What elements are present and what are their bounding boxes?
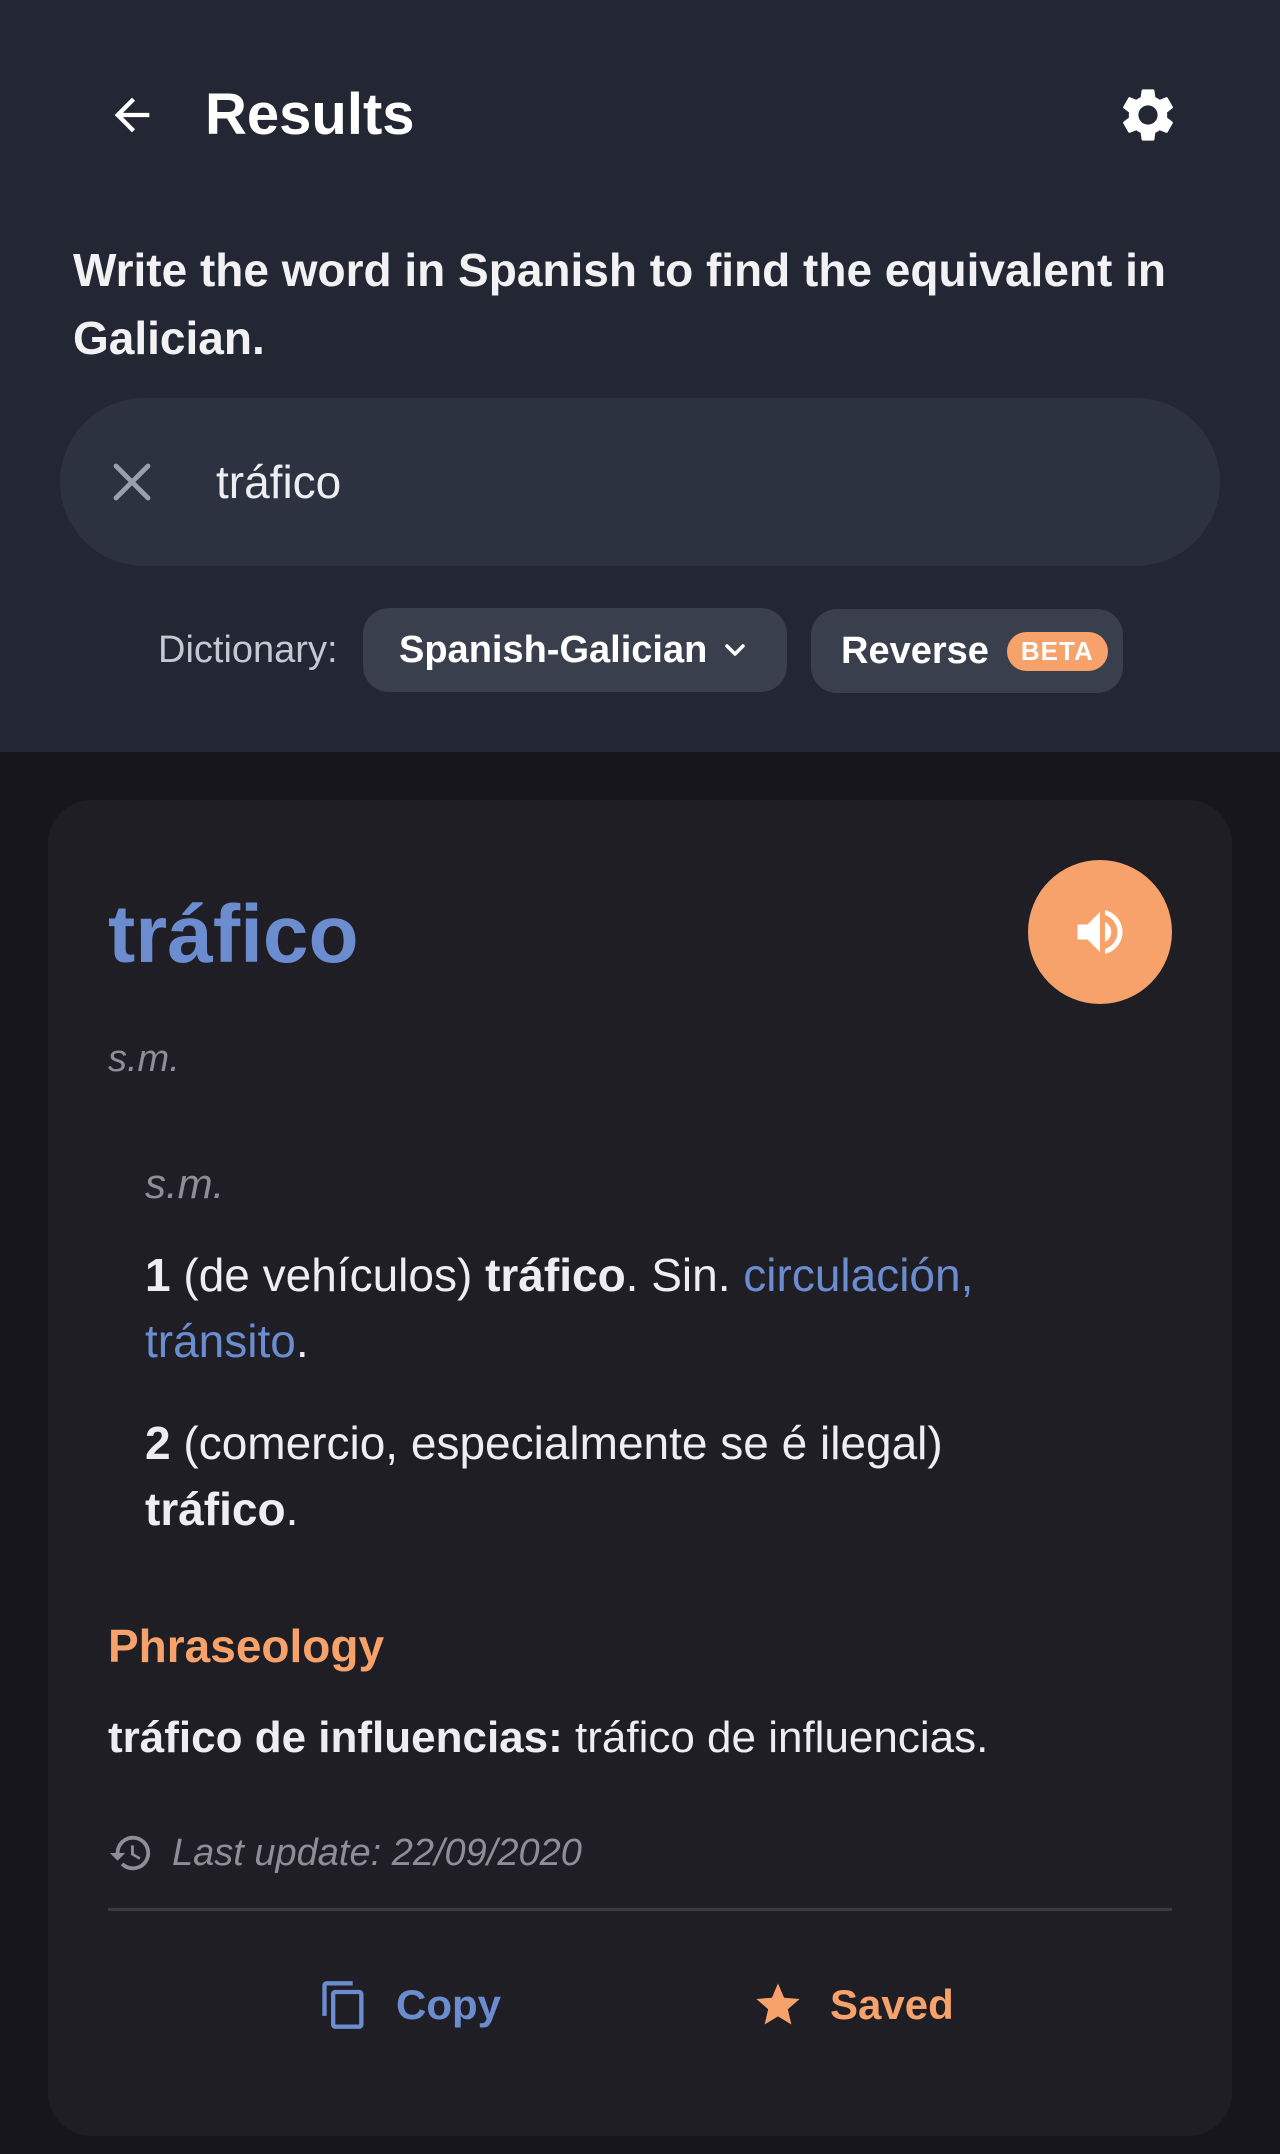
last-update: Last update: 22/09/2020 <box>108 1830 582 1876</box>
sense-translation: tráfico <box>145 1483 286 1535</box>
arrow-left-icon <box>114 97 150 133</box>
saved-label: Saved <box>830 1981 954 2028</box>
phrase-term: tráfico de influencias: <box>108 1713 563 1762</box>
dictionary-label: Dictionary: <box>158 629 338 671</box>
dictionary-select[interactable]: Spanish-Galician <box>363 608 787 692</box>
clear-search-button[interactable] <box>100 447 164 517</box>
synonym-prefix: . Sin. <box>625 1249 744 1301</box>
saved-button[interactable]: Saved <box>752 1970 954 2040</box>
copy-label: Copy <box>396 1981 501 2028</box>
phrase-translation: tráfico de influencias. <box>562 1713 989 1762</box>
sense-number: 2 <box>145 1417 171 1469</box>
reverse-button[interactable]: Reverse BETA <box>811 609 1123 693</box>
headword: tráfico <box>108 889 359 980</box>
sense-group-part-of-speech: s.m. <box>145 1160 225 1207</box>
sense-item: 1 (de vehículos) tráfico. Sin. circulaci… <box>145 1242 1065 1374</box>
copy-icon <box>322 1981 364 2029</box>
settings-button[interactable] <box>1108 78 1188 152</box>
page-title: Results <box>205 82 415 147</box>
star-icon <box>756 1983 800 2025</box>
copy-button[interactable]: Copy <box>318 1970 501 2040</box>
gear-icon <box>1123 89 1173 141</box>
chevron-down-icon <box>725 644 746 656</box>
sense-end: . <box>295 1315 309 1367</box>
reverse-label: Reverse <box>841 629 989 672</box>
beta-badge: BETA <box>1006 631 1108 671</box>
search-input[interactable] <box>216 448 1116 516</box>
phraseology-title: Phraseology <box>108 1620 385 1672</box>
sense-end: . <box>285 1483 299 1535</box>
history-icon <box>109 1835 151 1871</box>
sense-context: (comercio, especialmente se é ilegal) <box>170 1417 943 1469</box>
card-divider <box>108 1908 1172 1911</box>
instructions-text: Write the word in Spanish to find the eq… <box>73 244 1166 364</box>
sense-translation: tráfico <box>485 1249 626 1301</box>
dictionary-selected: Spanish-Galician <box>399 628 708 671</box>
phrase-item: tráfico de influencias: tráfico de influ… <box>108 1706 1168 1770</box>
sense-context: (de vehículos) <box>170 1249 486 1301</box>
sense-item: 2 (comercio, especialmente se é ilegal) … <box>145 1410 1065 1542</box>
pronunciation-button[interactable] <box>1028 860 1172 1004</box>
speaker-icon <box>1077 910 1123 954</box>
close-icon <box>113 463 151 501</box>
part-of-speech: s.m. <box>108 1038 180 1080</box>
back-button[interactable] <box>92 78 172 152</box>
last-update-text: Last update: 22/09/2020 <box>172 1831 582 1874</box>
sense-number: 1 <box>145 1249 171 1301</box>
